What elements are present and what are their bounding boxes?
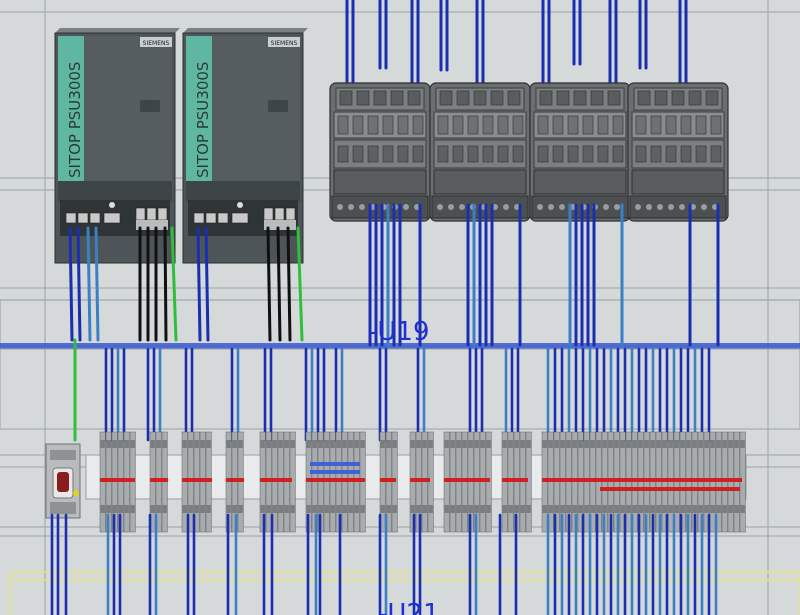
breaker-toggle[interactable] [57,472,69,492]
terminal-group-7[interactable] [379,431,398,533]
duct-label-lower: -U21 [378,599,440,615]
terminal-group-3[interactable] [181,431,212,533]
io-module-2[interactable] [429,82,531,222]
io-module-strip [329,82,729,222]
psu-model: SITOP PSU300S [194,62,212,178]
duct-label-upper: -U19 [368,317,430,347]
psu-brand: SIEMENS [271,40,298,47]
io-module-1[interactable] [329,82,431,222]
cabinet-3d-view: SIEMENS SITOP PSU300S SIEMENS SITOP PSU3… [0,0,800,615]
power-supply-1[interactable]: SIEMENS SITOP PSU300S [54,28,180,264]
psu-brand: SIEMENS [143,40,170,47]
circuit-breaker[interactable] [45,443,81,519]
psu-model: SITOP PSU300S [66,62,84,178]
terminal-group-2[interactable] [149,431,168,533]
io-module-4[interactable] [627,82,729,222]
io-module-3[interactable] [529,82,631,222]
